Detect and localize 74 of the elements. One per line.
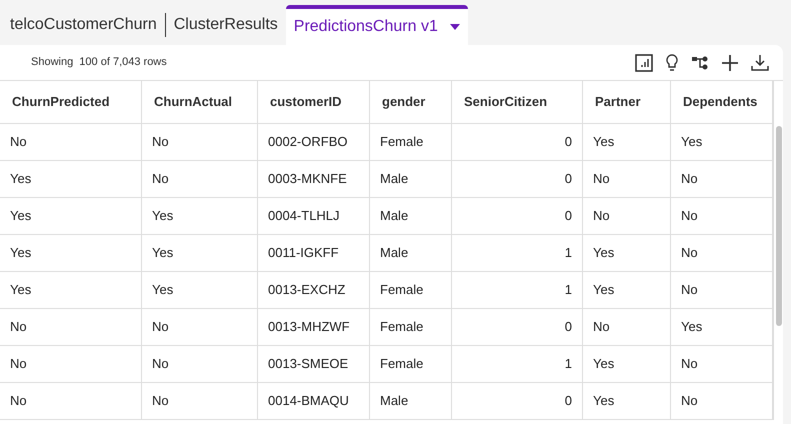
table-cell: No xyxy=(583,198,671,234)
column-header[interactable]: ChurnActual xyxy=(142,81,258,123)
column-header[interactable]: gender xyxy=(370,81,452,123)
column-header[interactable]: customerID xyxy=(258,81,370,123)
column-header[interactable]: SeniorCitizen xyxy=(452,81,583,123)
table-cell: No xyxy=(0,124,142,160)
table-cell: No xyxy=(142,309,258,345)
table-cell: Yes xyxy=(583,124,671,160)
caret-icon[interactable] xyxy=(450,24,460,30)
table-cell: Male xyxy=(370,383,452,419)
table-cell: 0 xyxy=(452,309,583,345)
table-cell: Yes xyxy=(0,161,142,197)
table-cell: No xyxy=(671,161,773,197)
lightbulb-icon[interactable] xyxy=(665,54,679,72)
table-cell: 1 xyxy=(452,272,583,308)
table-cell: 0013-EXCHZ xyxy=(258,272,370,308)
table-cell: Yes xyxy=(583,383,671,419)
table-cell: Male xyxy=(370,161,452,197)
tab[interactable]: ClusterResults xyxy=(166,5,286,45)
table-cell: No xyxy=(671,346,773,382)
table-cell: No xyxy=(0,383,142,419)
table-cell: Male xyxy=(370,198,452,234)
table-cell: Yes xyxy=(0,198,142,234)
table-cell: Yes xyxy=(0,272,142,308)
table-cell: Female xyxy=(370,272,452,308)
table-cell: 0013-SMEOE xyxy=(258,346,370,382)
column-header[interactable]: Dependents xyxy=(671,81,773,123)
table-cell: No xyxy=(142,124,258,160)
table-cell: Yes xyxy=(583,346,671,382)
table-cell: No xyxy=(142,383,258,419)
table-cell: 1 xyxy=(452,346,583,382)
table-cell: 0 xyxy=(452,124,583,160)
table-cell: No xyxy=(671,272,773,308)
table-cell: 0011-IGKFF xyxy=(258,235,370,271)
table-cell: 0 xyxy=(452,383,583,419)
table-cell: No xyxy=(671,383,773,419)
table-cell: 0014-BMAQU xyxy=(258,383,370,419)
table-cell: No xyxy=(0,309,142,345)
table-cell: Yes xyxy=(583,235,671,271)
table-cell: 0003-MKNFE xyxy=(258,161,370,197)
table-cell: 1 xyxy=(452,235,583,271)
chart-icon[interactable] xyxy=(635,54,653,72)
table-cell: No xyxy=(583,161,671,197)
table-cell: No xyxy=(142,161,258,197)
add-icon[interactable] xyxy=(721,54,739,72)
download-icon[interactable] xyxy=(751,54,769,72)
table-cell: Yes xyxy=(671,124,773,160)
table-cell: No xyxy=(671,235,773,271)
table-cell: Yes xyxy=(142,235,258,271)
table-cell: Yes xyxy=(671,309,773,345)
column-header[interactable]: Partner xyxy=(583,81,671,123)
tab[interactable]: PredictionsChurn v1 xyxy=(286,5,468,45)
table-cell: Yes xyxy=(583,272,671,308)
tab[interactable]: telcoCustomerChurn xyxy=(2,5,165,45)
table-cell: No xyxy=(671,198,773,234)
table-cell: 0004-TLHLJ xyxy=(258,198,370,234)
table-cell: No xyxy=(0,346,142,382)
table-cell: 0 xyxy=(452,161,583,197)
table-cell: Yes xyxy=(142,272,258,308)
table-cell: 0 xyxy=(452,198,583,234)
table-cell: Yes xyxy=(142,198,258,234)
scrollbar-thumb[interactable] xyxy=(776,126,782,326)
table-cell: Female xyxy=(370,309,452,345)
flow-icon[interactable] xyxy=(691,54,709,70)
table-cell: Female xyxy=(370,124,452,160)
table-cell: No xyxy=(583,309,671,345)
column-header[interactable]: ChurnPredicted xyxy=(0,81,142,123)
table-cell: Female xyxy=(370,346,452,382)
table-cell: 0013-MHZWF xyxy=(258,309,370,345)
row-count: Showing 100 of 7,043 rows xyxy=(31,55,167,70)
table-cell: 0002-ORFBO xyxy=(258,124,370,160)
table-cell: Male xyxy=(370,235,452,271)
table-cell: Yes xyxy=(0,235,142,271)
table-cell: No xyxy=(142,346,258,382)
